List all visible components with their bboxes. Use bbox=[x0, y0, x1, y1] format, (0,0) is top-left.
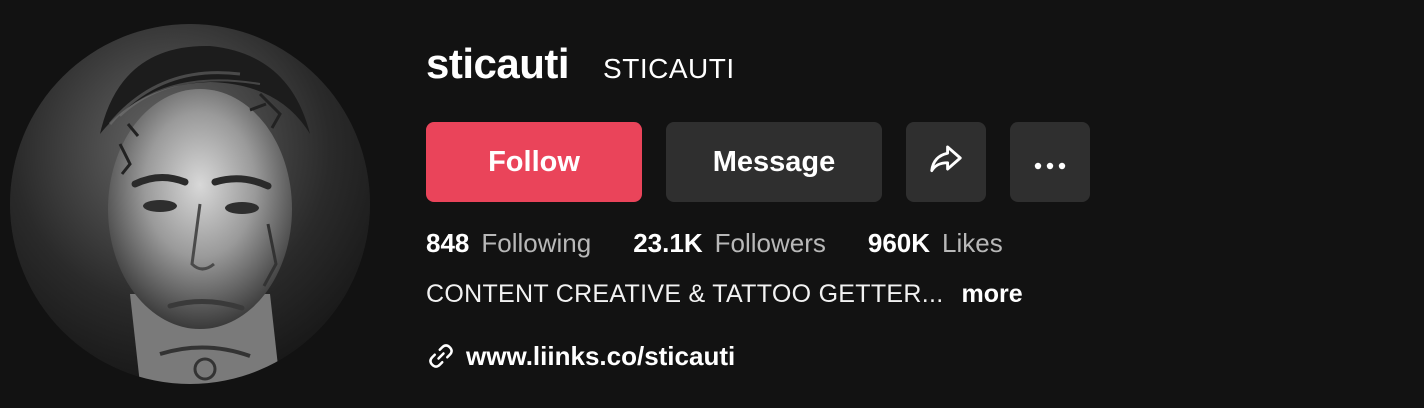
name-row: sticauti STICAUTI bbox=[426, 40, 1386, 102]
link-icon bbox=[426, 340, 458, 372]
action-buttons: Follow Message bbox=[426, 122, 1090, 202]
bio-text: CONTENT CREATIVE & TATTOO GETTER... bbox=[426, 280, 944, 308]
avatar[interactable] bbox=[10, 24, 370, 384]
follow-button[interactable]: Follow bbox=[426, 122, 642, 202]
followers-count: 23.1K bbox=[633, 228, 703, 258]
following-label: Following bbox=[481, 228, 592, 258]
bio-more-link[interactable]: more bbox=[962, 280, 1023, 309]
share-button[interactable] bbox=[906, 122, 986, 202]
username: sticauti bbox=[426, 40, 570, 87]
bio-row: CONTENT CREATIVE & TATTOO GETTER... more bbox=[426, 280, 1023, 309]
followers-label: Followers bbox=[714, 228, 826, 258]
more-options-icon bbox=[1033, 146, 1067, 179]
likes-stat: 960K Likes bbox=[868, 228, 1003, 259]
likes-count: 960K bbox=[867, 228, 931, 258]
profile-info: sticauti STICAUTI Follow Message 848 Fol… bbox=[426, 40, 1386, 371]
profile-link[interactable]: www.liinks.co/sticauti bbox=[426, 340, 735, 372]
following-stat[interactable]: 848 Following bbox=[426, 228, 591, 259]
more-options-button[interactable] bbox=[1010, 122, 1090, 202]
followers-stat[interactable]: 23.1K Followers bbox=[633, 228, 826, 259]
link-url[interactable]: www.liinks.co/sticauti bbox=[466, 341, 735, 372]
profile-stats: 848 Following 23.1K Followers 960K Likes bbox=[426, 228, 1045, 259]
display-name: STICAUTI bbox=[603, 53, 735, 84]
likes-label: Likes bbox=[942, 228, 1003, 258]
profile-photo bbox=[10, 24, 370, 384]
share-icon bbox=[927, 139, 965, 185]
following-count: 848 bbox=[426, 228, 470, 258]
message-button[interactable]: Message bbox=[666, 122, 882, 202]
